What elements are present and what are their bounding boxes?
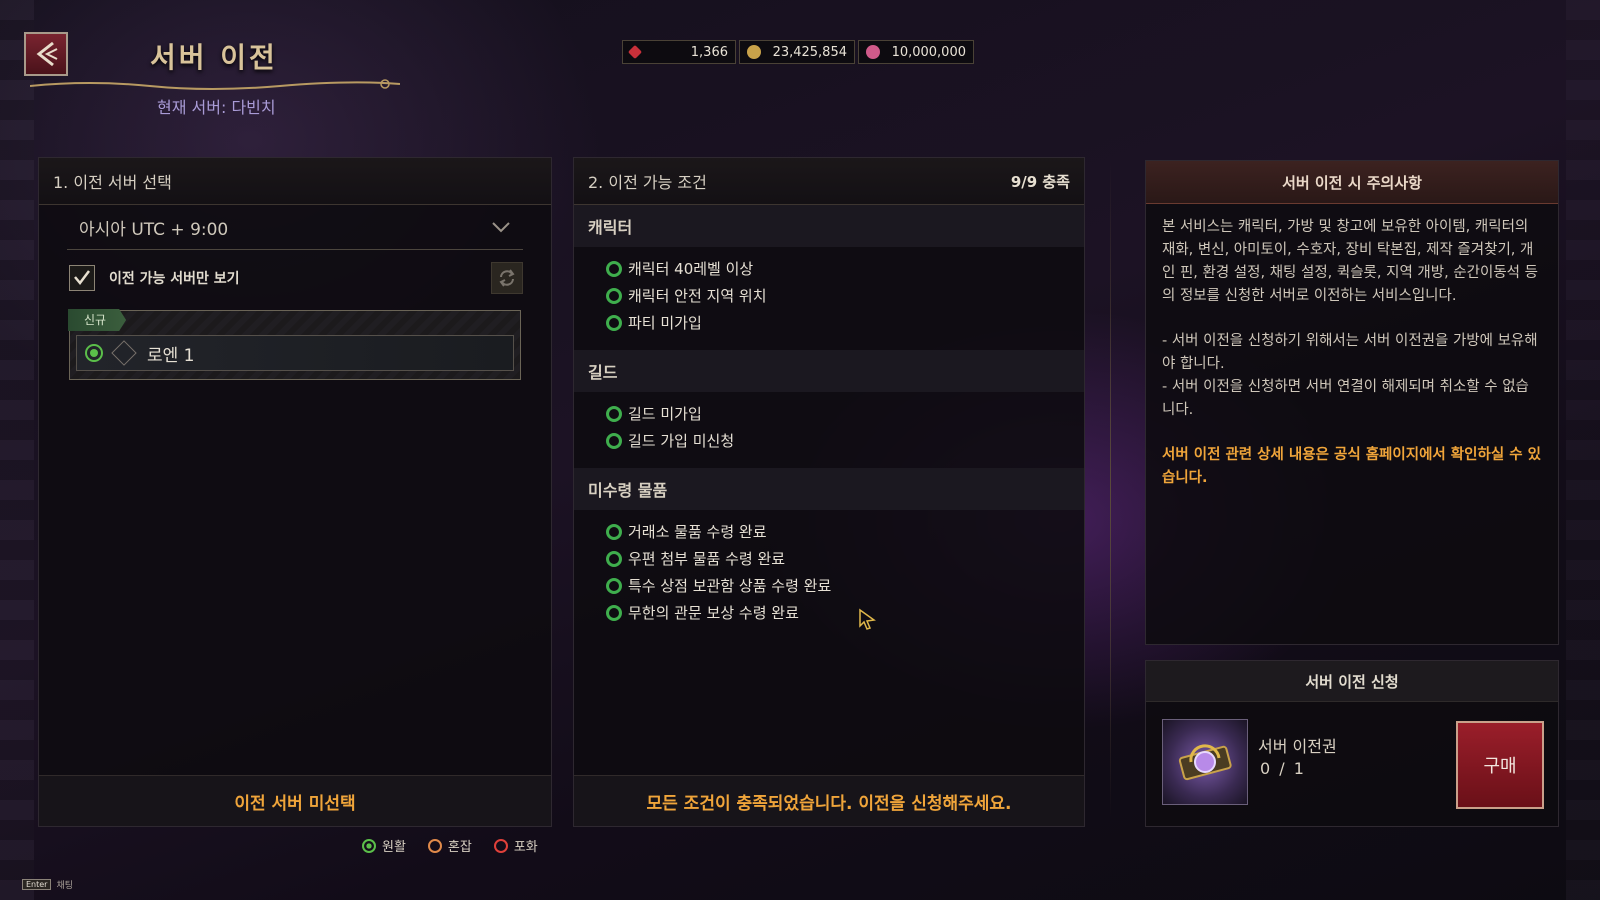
legend-smooth: 원활 (362, 836, 406, 855)
filter-label: 이전 가능 서버만 보기 (109, 271, 240, 287)
legend-busy: 혼잡 (427, 836, 472, 855)
currency-ruby: 1,366 (622, 40, 736, 64)
condition-label: 캐릭터 안전 지역 위치 (628, 287, 767, 305)
filter-row: 이전 가능 서버만 보기 (69, 262, 523, 294)
currency-gold: 23,425,854 (739, 40, 855, 64)
legend-full: 포화 (493, 836, 538, 855)
chat-hint-label: 채팅 (56, 881, 74, 891)
left-frame-decoration (0, 0, 34, 900)
condition-met-icon (606, 432, 622, 449)
enter-key-icon: Enter (22, 879, 52, 890)
back-button[interactable] (24, 32, 68, 76)
condition-section-title: 캐릭터 (574, 205, 1084, 247)
server-select-title: 1. 이전 서버 선택 (53, 173, 172, 192)
conditions-footer: 모든 조건이 충족되었습니다. 이전을 신청해주세요. (574, 775, 1084, 826)
condition-label: 길드 가입 미신청 (628, 432, 735, 450)
buy-button[interactable]: 구매 (1456, 721, 1544, 809)
condition-met-icon (606, 577, 622, 594)
current-server-label: 현재 서버: 다빈치 (157, 98, 276, 117)
refresh-icon (499, 269, 515, 287)
full-status-icon (493, 838, 508, 853)
condition-section-title: 길드 (574, 350, 1084, 392)
busy-status-icon (427, 838, 442, 853)
server-select-panel: 1. 이전 서버 선택 아시아 UTC + 9:00 이전 가능 서버만 보기 (38, 157, 552, 827)
apply-panel: 서버 이전 신청 서버 이전권 0 / 1 구매 (1145, 660, 1559, 827)
condition-met-icon (606, 604, 622, 621)
notice-body: 본 서비스는 캐릭터, 가방 및 창고에 보유한 아이템, 캐릭터의 재화, 변… (1146, 204, 1558, 524)
currency-bar: 1,366 23,425,854 10,000,000 (622, 40, 974, 64)
condition-met-icon (606, 523, 622, 540)
refresh-button[interactable] (491, 262, 523, 294)
condition-label: 파티 미가입 (628, 314, 702, 332)
condition-label: 거래소 물품 수령 완료 (628, 523, 767, 541)
server-name: 로엔 1 (147, 345, 195, 366)
condition-met-icon (606, 287, 622, 304)
condition-label: 우편 첨부 물품 수령 완료 (628, 550, 786, 568)
mouse-cursor-icon (859, 608, 876, 630)
gold-icon (747, 45, 761, 59)
notice-panel: 서버 이전 시 주의사항 본 서비스는 캐릭터, 가방 및 창고에 보유한 아이… (1145, 160, 1559, 645)
server-select-footer: 이전 서버 미선택 (39, 775, 551, 826)
conditions-header: 2. 이전 가능 조건 9/9 충족 (574, 158, 1084, 205)
server-select-header: 1. 이전 서버 선택 (39, 158, 551, 205)
conditions-title: 2. 이전 가능 조건 (588, 173, 707, 192)
condition-met-icon (606, 405, 622, 422)
currency-gem: 10,000,000 (858, 40, 974, 64)
checkmark-icon (74, 270, 90, 286)
condition-item: 파티 미가입 (574, 309, 1084, 336)
server-status-legend: 원활 혼잡 포화 (362, 836, 538, 855)
pink-gem-icon (866, 45, 880, 59)
panel-divider (1110, 160, 1111, 820)
condition-met-icon (606, 314, 622, 331)
notice-paragraph: 본 서비스는 캐릭터, 가방 및 창고에 보유한 아이템, 캐릭터의 재화, 변… (1162, 219, 1538, 304)
chat-hint: Enter 채팅 (22, 878, 73, 891)
condition-item: 길드 미가입 (574, 400, 1084, 427)
right-frame-decoration (1566, 0, 1600, 900)
page-title: 서버 이전 (150, 41, 278, 74)
notice-paragraph: - 서버 이전을 신청하면 서버 연결이 해제되며 취소할 수 없습니다. (1162, 379, 1529, 418)
back-arrow-icon (36, 41, 58, 67)
ruby-icon (627, 44, 643, 60)
condition-section-title: 미수령 물품 (574, 468, 1084, 510)
conditions-list: 캐릭터캐릭터 40레벨 이상캐릭터 안전 지역 위치파티 미가입길드길드 미가입… (574, 205, 1084, 632)
server-status-icon (85, 344, 103, 362)
chevron-down-icon (492, 222, 510, 233)
server-item[interactable]: 로엔 1 신규 (68, 309, 521, 380)
notice-title: 서버 이전 시 주의사항 (1146, 161, 1558, 204)
title-ornament (30, 79, 400, 90)
condition-label: 무한의 관문 보상 수령 완료 (628, 604, 799, 622)
ticket-count: 0 / 1 (1260, 759, 1306, 778)
condition-item: 캐릭터 40레벨 이상 (574, 255, 1084, 282)
conditions-count: 9/9 충족 (1010, 172, 1070, 191)
filter-checkbox[interactable] (69, 265, 95, 291)
transfer-ticket-icon (1162, 719, 1248, 805)
condition-label: 캐릭터 40레벨 이상 (628, 260, 754, 278)
smooth-status-icon (362, 838, 376, 853)
condition-item: 우편 첨부 물품 수령 완료 (574, 545, 1084, 572)
condition-met-icon (606, 260, 622, 277)
new-badge: 신규 (68, 309, 127, 331)
server-diamond-icon (111, 340, 137, 366)
filter-toggle[interactable]: 이전 가능 서버만 보기 (69, 265, 240, 291)
condition-label: 길드 미가입 (628, 405, 702, 423)
condition-label: 특수 상점 보관함 상품 수령 완료 (628, 577, 832, 595)
condition-item: 무한의 관문 보상 수령 완료 (574, 599, 1084, 626)
ticket-name: 서버 이전권 (1258, 737, 1337, 756)
ticket-orb-icon (1178, 744, 1232, 781)
condition-item: 캐릭터 안전 지역 위치 (574, 282, 1084, 309)
notice-paragraph: - 서버 이전을 신청하기 위해서는 서버 이전권을 가방에 보유해야 합니다. (1162, 333, 1538, 372)
apply-title: 서버 이전 신청 (1146, 661, 1558, 702)
conditions-panel: 2. 이전 가능 조건 9/9 충족 캐릭터캐릭터 40레벨 이상캐릭터 안전 … (573, 157, 1085, 827)
condition-item: 거래소 물품 수령 완료 (574, 518, 1084, 545)
server-row: 로엔 1 (76, 335, 514, 371)
condition-item: 특수 상점 보관함 상품 수령 완료 (574, 572, 1084, 599)
region-dropdown[interactable]: 아시아 UTC + 9:00 (67, 205, 523, 250)
region-value: 아시아 UTC + 9:00 (79, 219, 229, 240)
condition-item: 길드 가입 미신청 (574, 427, 1084, 454)
notice-homepage-link: 서버 이전 관련 상세 내용은 공식 홈페이지에서 확인하실 수 있습니다. (1162, 447, 1541, 486)
condition-met-icon (606, 550, 622, 567)
